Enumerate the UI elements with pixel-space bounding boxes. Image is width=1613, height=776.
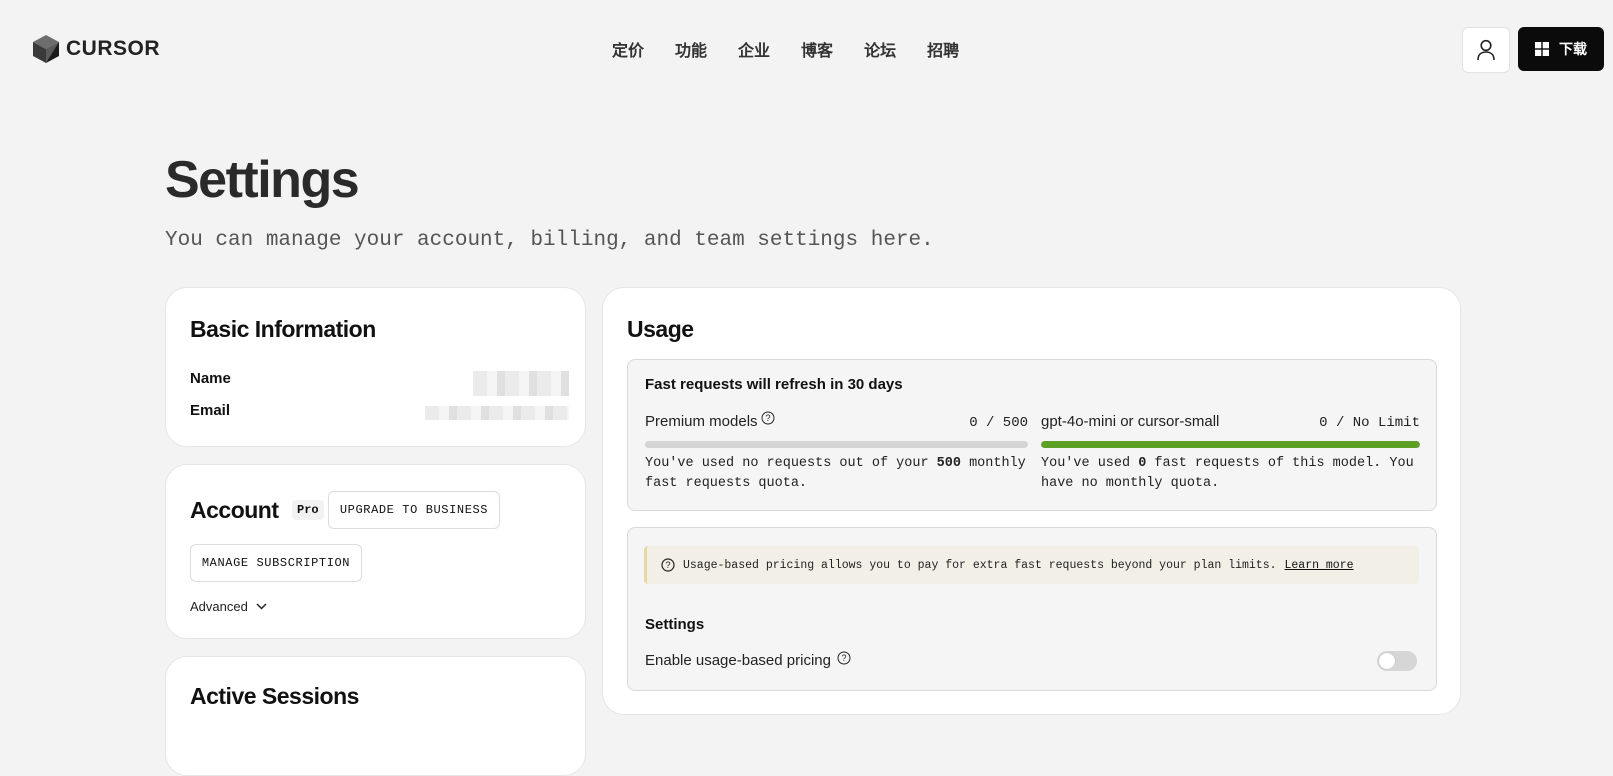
help-circle-icon[interactable]: ?	[837, 651, 851, 665]
small-usage-description: You've used 0 fast requests of this mode…	[1041, 454, 1421, 494]
premium-desc-prefix: You've used no requests out of your	[645, 456, 937, 471]
usage-based-pricing-label: Enable usage-based pricing	[645, 652, 831, 669]
page-title: Settings	[165, 151, 360, 209]
usage-based-pricing-toggle[interactable]	[1377, 651, 1417, 671]
cursor-logo[interactable]: CURSOR	[32, 34, 160, 64]
premium-models-text: Premium models	[645, 413, 758, 430]
advanced-toggle[interactable]: Advanced	[190, 599, 267, 614]
user-icon	[1477, 39, 1495, 61]
cube-logo-icon	[33, 35, 59, 63]
premium-desc-quota: 500	[936, 456, 961, 471]
usage-based-pricing-row: Enable usage-based pricing ?	[645, 651, 851, 669]
premium-usage-description: You've used no requests out of your 500 …	[645, 454, 1028, 494]
usage-title: Usage	[627, 316, 694, 342]
logo-text: CURSOR	[66, 37, 161, 60]
name-value-redacted	[473, 371, 569, 396]
help-circle-icon: ?	[661, 558, 675, 572]
svg-text:?: ?	[841, 653, 846, 663]
windows-icon	[1535, 42, 1549, 56]
manage-subscription-button[interactable]: MANAGE SUBSCRIPTION	[190, 544, 362, 582]
nav-item-features[interactable]: 功能	[675, 37, 707, 61]
email-label: Email	[190, 402, 231, 419]
small-usage-bar-fill	[1041, 441, 1420, 448]
download-button[interactable]: 下载	[1518, 27, 1604, 71]
nav-item-blog[interactable]: 博客	[801, 37, 833, 61]
premium-usage-bar	[645, 441, 1028, 448]
usage-pricing-notice: ? Usage-based pricing allows you to pay …	[644, 546, 1419, 584]
svg-text:?: ?	[765, 413, 770, 423]
account-card: Account Pro UPGRADE TO BUSINESS MANAGE S…	[165, 464, 586, 639]
usage-pricing-notice-text: Usage-based pricing allows you to pay fo…	[683, 558, 1277, 572]
toggle-knob	[1379, 653, 1395, 669]
svg-text:?: ?	[665, 560, 670, 570]
plan-badge: Pro	[292, 500, 324, 520]
settings-subtitle: Settings	[645, 616, 705, 633]
small-desc-prefix: You've used	[1041, 456, 1139, 471]
upgrade-to-business-button[interactable]: UPGRADE TO BUSINESS	[328, 491, 500, 529]
active-sessions-title: Active Sessions	[190, 683, 359, 709]
basic-information-title: Basic Information	[190, 316, 376, 342]
name-label: Name	[190, 370, 231, 387]
account-button[interactable]	[1462, 27, 1510, 73]
usage-pricing-box: ? Usage-based pricing allows you to pay …	[627, 527, 1437, 691]
nav-item-enterprise[interactable]: 企业	[738, 37, 770, 61]
usage-card: Usage Fast requests will refresh in 30 d…	[602, 287, 1461, 715]
small-usage-bar	[1041, 441, 1420, 448]
nav-item-pricing[interactable]: 定价	[612, 37, 644, 61]
fast-requests-box: Fast requests will refresh in 30 days Pr…	[627, 359, 1437, 511]
small-models-label: gpt-4o-mini or cursor-small	[1041, 413, 1220, 430]
account-title: Account	[190, 497, 279, 523]
email-value-redacted	[425, 406, 569, 420]
top-nav-bar: CURSOR 定价 功能 企业 博客 论坛 招聘 下载	[0, 0, 1613, 100]
nav-item-careers[interactable]: 招聘	[927, 37, 959, 61]
small-usage-value: 0 / No Limit	[1319, 415, 1420, 431]
basic-information-card: Basic Information Name Email	[165, 287, 586, 447]
download-label: 下载	[1559, 41, 1587, 57]
active-sessions-card: Active Sessions	[165, 656, 586, 776]
premium-models-label: Premium models ?	[645, 411, 775, 430]
help-circle-icon[interactable]: ?	[761, 411, 775, 425]
premium-usage-value: 0 / 500	[969, 415, 1028, 431]
chevron-down-icon	[256, 603, 267, 610]
page-subtitle: You can manage your account, billing, an…	[165, 229, 934, 252]
refresh-notice: Fast requests will refresh in 30 days	[645, 376, 903, 393]
main-nav: 定价 功能 企业 博客 论坛 招聘	[612, 37, 990, 61]
advanced-label: Advanced	[190, 599, 248, 614]
learn-more-link[interactable]: Learn more	[1285, 559, 1354, 572]
nav-item-forum[interactable]: 论坛	[864, 37, 896, 61]
